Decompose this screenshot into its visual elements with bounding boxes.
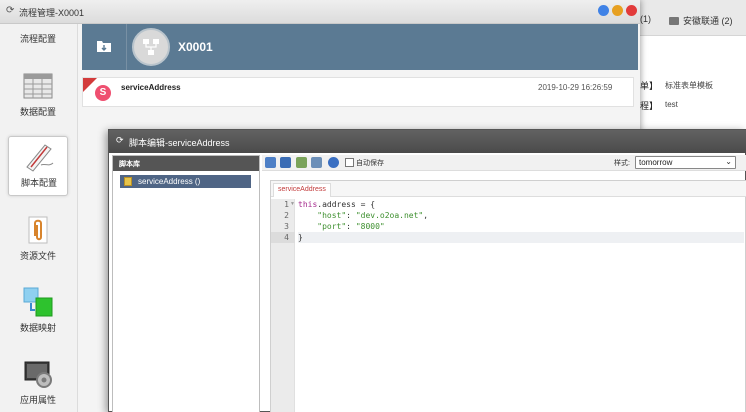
script-icon: S	[95, 85, 111, 101]
paperclip-icon	[28, 216, 48, 244]
background-row-value: test	[665, 100, 678, 109]
background-row-process: 程】 test	[640, 99, 678, 112]
background-row-value: 标准表单模板	[665, 81, 713, 90]
nav-item-data-config[interactable]: 数据配置	[8, 66, 68, 126]
background-tab-count: (1)	[640, 14, 651, 24]
editor-toolbar: 自动保存 样式: tomorrow ⌄	[262, 155, 746, 171]
nav-item-label: 流程配置	[19, 34, 56, 44]
style-label: 样式:	[614, 160, 630, 167]
chevron-down-icon: ⌄	[725, 157, 732, 166]
nav-item-script-config[interactable]: 脚本配置	[8, 136, 68, 196]
data-mapping-icon	[23, 287, 53, 317]
line-number: 3	[284, 222, 289, 231]
minimize-button[interactable]	[612, 5, 623, 16]
save-as-icon[interactable]	[280, 157, 291, 168]
line-number: 2	[284, 211, 289, 220]
script-scroll-icon	[26, 144, 54, 172]
line-number-gutter: 1 ▼ 2 3 4	[271, 199, 295, 412]
fold-marker-icon[interactable]: ▼	[290, 201, 295, 207]
nav-item-label: 数据映射	[19, 323, 56, 333]
autosave-label: 自动保存	[356, 160, 384, 167]
help-icon[interactable]	[328, 157, 339, 168]
code-tab-bar: serviceAddress	[271, 181, 746, 197]
editor-titlebar[interactable]: ⟳ 脚本编辑-serviceAddress	[109, 130, 746, 153]
background-tab-anhui[interactable]: 安徽联通 (2)	[669, 14, 733, 27]
background-tab-label: 安徽联通 (2)	[683, 16, 733, 26]
code-content[interactable]: this.address = { "host": "dev.o2oa.net",…	[298, 199, 744, 243]
export-icon[interactable]	[311, 157, 322, 168]
flow-header: X0001	[82, 24, 638, 70]
autosave-checkbox[interactable]	[345, 158, 354, 167]
script-file-icon	[124, 177, 132, 186]
monitor-gear-icon	[24, 361, 52, 388]
save-icon[interactable]	[265, 157, 276, 168]
process-title: X0001	[178, 40, 213, 54]
code-tab[interactable]: serviceAddress	[273, 183, 331, 197]
background-row-key: 单】	[640, 81, 659, 91]
script-editor-window: ⟳ 脚本编辑-serviceAddress 脚本库 serviceAddress…	[108, 129, 746, 412]
nav-item-label: 资源文件	[19, 251, 56, 261]
nav-item-app-properties[interactable]: 应用属性	[8, 354, 68, 412]
refresh-icon[interactable]: ⟳	[116, 136, 124, 145]
code-line: "port": "8000"	[317, 222, 385, 231]
script-library-header: 脚本库	[113, 156, 259, 171]
code-line: "host": "dev.o2oa.net",	[317, 211, 429, 220]
nav-item-label: 脚本配置	[20, 178, 57, 188]
nav-item-process-config[interactable]: 流程配置	[8, 22, 68, 48]
script-list-item[interactable]: S serviceAddress 2019-10-29 16:26:59	[82, 77, 634, 107]
background-tab-partial[interactable]: (1)	[640, 14, 651, 24]
process-flow-icon	[143, 39, 159, 55]
script-library-item-label: serviceAddress ()	[138, 177, 201, 186]
line-number: 4	[271, 232, 295, 243]
left-nav: 流程配置 数据配置 脚本配置 资源文件 数据映射 应用属性	[0, 24, 78, 412]
nav-item-data-mapping[interactable]: 数据映射	[8, 282, 68, 342]
code-line: }	[298, 232, 744, 243]
code-editor[interactable]: serviceAddress 1 ▼ 2 3 4 this.address = …	[270, 180, 746, 412]
nav-item-label: 数据配置	[19, 107, 56, 117]
script-library-title: 脚本库	[119, 161, 140, 168]
script-date: 2019-10-29 16:26:59	[538, 83, 613, 92]
script-library-panel: 脚本库 serviceAddress ()	[112, 155, 260, 412]
background-row-key: 程】	[640, 101, 659, 111]
window-title: 流程管理-X0001	[19, 8, 85, 18]
header-action-button[interactable]	[82, 24, 127, 70]
table-icon	[23, 73, 53, 99]
close-button[interactable]	[626, 5, 637, 16]
process-avatar	[132, 28, 170, 66]
refresh-icon[interactable]: ⟳	[6, 6, 14, 16]
import-icon[interactable]	[296, 157, 307, 168]
folder-download-icon	[97, 41, 111, 52]
style-select[interactable]: tomorrow ⌄	[635, 156, 736, 169]
folder-icon	[669, 17, 679, 25]
style-select-value: tomorrow	[639, 158, 673, 167]
editor-title: 脚本编辑-serviceAddress	[129, 138, 230, 148]
maximize-button[interactable]	[598, 5, 609, 16]
script-name: serviceAddress	[121, 83, 181, 92]
window-titlebar[interactable]: ⟳ 流程管理-X0001	[0, 0, 640, 24]
code-line: this.address = {	[298, 200, 376, 209]
script-library-item[interactable]: serviceAddress ()	[120, 175, 251, 188]
nav-item-label: 应用属性	[19, 395, 56, 405]
background-row-form: 单】 标准表单模板	[640, 79, 713, 92]
nav-item-resource-files[interactable]: 资源文件	[8, 210, 68, 270]
